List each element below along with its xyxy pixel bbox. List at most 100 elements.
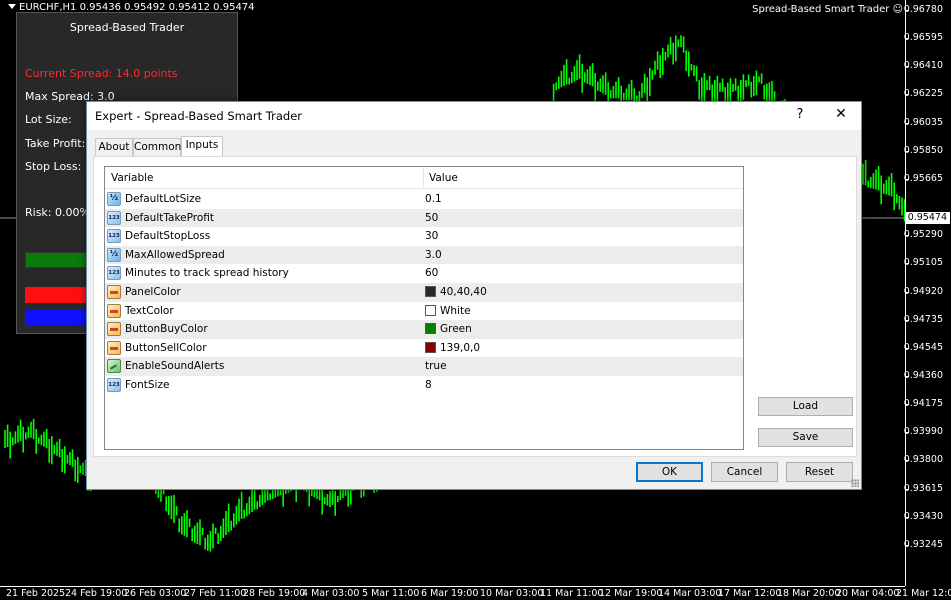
time-label: 21 Mar 12:00: [896, 588, 951, 599]
time-label: 26 Feb 03:00: [124, 588, 187, 599]
time-label: 6 Mar 19:00: [421, 588, 479, 599]
terminal-window: EURCHF,H1 0.95436 0.95492 0.95412 0.9547…: [0, 0, 951, 600]
inputs-grid[interactable]: Variable Value DefaultLotSize 0.1 DefaultT…: [104, 166, 744, 450]
price-label: 0.93800: [903, 454, 943, 466]
tab-inputs[interactable]: Inputs: [181, 136, 223, 157]
color-swatch: [425, 286, 436, 297]
table-row[interactable]: MaxAllowedSpread 3.0: [105, 245, 743, 265]
price-label: 0.94545: [903, 341, 943, 353]
price-label: 0.94920: [903, 285, 943, 297]
price-label: 0.94175: [903, 398, 943, 410]
tab-about[interactable]: About: [95, 138, 133, 156]
table-row[interactable]: DefaultLotSize 0.1: [105, 190, 743, 209]
tab-common[interactable]: Common: [133, 138, 181, 156]
price-label: 0.93430: [903, 510, 943, 522]
table-row[interactable]: EnableSoundAlerts true: [105, 357, 743, 376]
row-variable: PanelColor: [125, 286, 181, 298]
color-type-icon: [107, 340, 121, 355]
dialog-title: Expert - Spread-Based Smart Trader: [95, 109, 302, 123]
color-type-icon: [107, 303, 121, 318]
inputs-tab-panel: Variable Value DefaultLotSize 0.1 DefaultT…: [93, 156, 857, 457]
row-value-text: 30: [425, 230, 439, 243]
time-label: 11 Mar 11:00: [540, 588, 604, 599]
row-value-text: 0.1: [425, 193, 442, 205]
row-value[interactable]: true: [425, 357, 447, 376]
color-type-icon: [107, 322, 121, 337]
table-row[interactable]: Minutes to track spread history 60: [105, 264, 743, 283]
time-label: 14 Mar 03:00: [658, 588, 722, 599]
bool-type-icon: [107, 359, 121, 374]
table-row[interactable]: DefaultTakeProfit 50: [105, 208, 743, 228]
time-label: 21 Feb 2025: [6, 588, 66, 599]
close-icon[interactable]: ✕: [833, 106, 849, 122]
row-variable: TextColor: [125, 304, 174, 317]
row-value[interactable]: 139,0,0: [425, 339, 480, 358]
table-row[interactable]: DefaultStopLoss 30: [105, 227, 743, 246]
row-value-text: 139,0,0: [440, 341, 481, 354]
column-header-value[interactable]: Value: [423, 167, 458, 189]
current-price-label: 0.95474: [904, 212, 950, 224]
price-label: 0.93990: [903, 426, 943, 438]
resize-grip-icon[interactable]: [851, 479, 859, 487]
price-label: 0.93615: [903, 482, 943, 494]
time-label: 20 Mar 04:00: [836, 588, 900, 599]
column-header-variable[interactable]: Variable: [105, 167, 154, 189]
table-row[interactable]: PanelColor 40,40,40: [105, 283, 743, 302]
table-row[interactable]: ButtonBuyColor Green: [105, 320, 743, 339]
time-label: 10 Mar 03:00: [480, 588, 544, 599]
time-axis: 21 Feb 2025 24 Feb 19:00 26 Feb 03:00 27 Fe…: [0, 586, 951, 600]
row-value[interactable]: 30: [425, 227, 438, 246]
price-label: 0.96780: [903, 4, 943, 15]
ok-button[interactable]: OK: [636, 462, 703, 482]
cancel-button[interactable]: Cancel: [711, 462, 778, 482]
row-value-text: 50: [425, 211, 439, 224]
price-label: 0.96225: [903, 88, 943, 100]
row-value[interactable]: 3.0: [425, 246, 442, 265]
price-label: 0.96035: [903, 116, 943, 128]
time-label: 27 Feb 11:00: [184, 588, 247, 599]
time-label: 24 Feb 19:00: [65, 588, 128, 599]
double-type-icon: [107, 192, 121, 206]
price-label: 0.95105: [903, 257, 943, 269]
row-value[interactable]: Green: [425, 320, 472, 339]
price-axis: 0.96780 0.96595 0.96410 0.96225 0.96035 0.958…: [903, 0, 951, 586]
row-variable: FontSize: [125, 379, 170, 391]
row-value-text: 8: [425, 379, 432, 391]
row-value[interactable]: 40,40,40: [425, 283, 487, 302]
row-value-text: 3.0: [425, 248, 442, 261]
int-type-icon: [107, 266, 121, 281]
row-variable: ButtonSellColor: [125, 341, 207, 354]
int-type-icon: [107, 378, 121, 392]
row-value-text: 60: [425, 267, 439, 280]
grid-header: Variable Value: [105, 167, 743, 189]
load-button[interactable]: Load: [758, 397, 853, 416]
panel-title: Spread-Based Trader: [69, 21, 185, 34]
row-variable: DefaultLotSize: [125, 193, 202, 205]
int-type-icon: [107, 229, 121, 244]
time-label: 17 Mar 12:00: [718, 588, 782, 599]
table-row[interactable]: TextColor White: [105, 302, 743, 321]
row-value[interactable]: 50: [425, 209, 438, 228]
row-value[interactable]: White: [425, 302, 471, 321]
time-label: 12 Mar 19:00: [599, 588, 663, 599]
price-label: 0.94735: [903, 313, 943, 325]
row-value[interactable]: 0.1: [425, 190, 442, 209]
table-row[interactable]: ButtonSellColor 139,0,0: [105, 339, 743, 358]
save-button[interactable]: Save: [758, 428, 853, 447]
expert-title: Spread-Based Smart Trader ☺: [752, 4, 903, 15]
row-value[interactable]: 60: [425, 264, 438, 283]
current-spread-text: Current Spread: 14.0 points: [25, 67, 178, 80]
help-icon[interactable]: ?: [793, 107, 807, 122]
row-variable: Minutes to track spread history: [125, 267, 289, 280]
row-value[interactable]: 8: [425, 376, 432, 395]
reset-button[interactable]: Reset: [786, 462, 853, 482]
double-type-icon: [107, 247, 121, 262]
row-variable: MaxAllowedSpread: [125, 248, 225, 261]
row-variable: DefaultTakeProfit: [125, 211, 215, 224]
chevron-down-icon[interactable]: [8, 4, 16, 9]
dialog-titlebar[interactable]: Expert - Spread-Based Smart Trader ? ✕: [87, 102, 861, 130]
risk-text: Risk: 0.00%: [25, 206, 90, 219]
table-row[interactable]: FontSize 8: [105, 376, 743, 395]
price-label: 0.94360: [903, 370, 943, 382]
color-swatch: [425, 341, 436, 353]
